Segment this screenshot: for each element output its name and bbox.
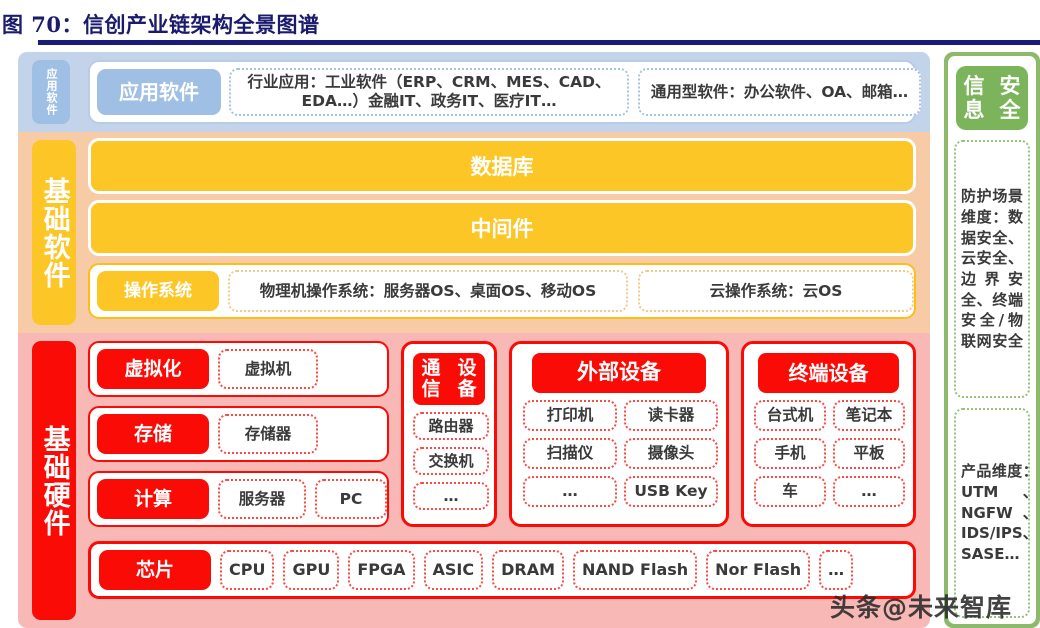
communication-equipment-items: 路由器 交换机 … [413,412,489,510]
terminal-more-box[interactable]: … [833,476,905,507]
operating-system-row: 操作系统 物理机操作系统：服务器OS、桌面OS、移动OS 云操作系统：云OS [88,263,916,319]
general-software-box[interactable]: 通用型软件：办公软件、OA、邮箱… [638,68,921,116]
terminal-devices-items: 台式机 笔记本 手机 平板 车 … [754,400,906,507]
laptop-box[interactable]: 笔记本 [833,400,905,431]
nor-flash-box[interactable]: Nor Flash [706,550,811,590]
side-label-basic-hardware-text: 基础硬件 [38,424,70,537]
cloud-os-box[interactable]: 云操作系统：云OS [638,270,914,312]
server-box[interactable]: 服务器 [218,479,306,519]
physical-os-box[interactable]: 物理机操作系统：服务器OS、桌面OS、移动OS [228,270,628,312]
virtual-machine-box[interactable]: 虚拟机 [218,349,318,389]
card-reader-box[interactable]: 读卡器 [624,400,718,431]
fpga-box[interactable]: FPGA [348,550,415,590]
virtualization-row: 虚拟化 虚拟机 [88,341,389,397]
scanner-box[interactable]: 扫描仪 [523,438,617,469]
chip-more-box[interactable]: … [819,550,854,590]
external-devices-header[interactable]: 外部设备 [532,353,706,393]
computing-row: 计算 服务器 PC [88,471,389,527]
communication-equipment-card: 通信 设备 路由器 交换机 … [401,341,497,527]
phone-box[interactable]: 手机 [754,438,826,469]
router-box[interactable]: 路由器 [413,412,489,440]
information-security-header-line1: 信息 [963,73,985,122]
communication-equipment-header[interactable]: 通信 设备 [413,353,485,405]
diagram-canvas: 应用软件 基础软件 基础硬件 应用软件 行业应用：工业软件（ERP、CRM、ME… [18,52,1040,628]
title-bar: 图 70：信创产业链架构全景图谱 [0,6,1040,44]
database-bar[interactable]: 数据库 [88,138,916,194]
desktop-box[interactable]: 台式机 [754,400,826,431]
chip-row: 芯片 CPU GPU FPGA ASIC DRAM NAND Flash Nor… [88,541,916,599]
communication-more-box[interactable]: … [413,482,489,510]
asic-box[interactable]: ASIC [423,550,484,590]
application-software-pill[interactable]: 应用软件 [97,69,221,115]
virtualization-pill[interactable]: 虚拟化 [97,349,209,389]
switch-box[interactable]: 交换机 [413,447,489,475]
communication-equipment-header-line2: 设备 [457,356,477,400]
storage-row: 存储 存储器 [88,406,389,462]
storage-device-box[interactable]: 存储器 [218,414,318,454]
side-label-basic-hardware: 基础硬件 [32,341,76,620]
dram-box[interactable]: DRAM [492,550,565,590]
gpu-box[interactable]: GPU [283,550,340,590]
printer-box[interactable]: 打印机 [523,400,617,431]
side-label-basic-software: 基础软件 [32,140,76,325]
operating-system-pill[interactable]: 操作系统 [97,271,219,311]
protection-scenario-box[interactable]: 防护场景维度：数据安全、云安全、边界安全、终端安全/物联网安全 [954,140,1030,398]
side-label-application: 应用软件 [32,60,70,124]
side-label-basic-software-text: 基础软件 [38,176,70,289]
external-devices-card: 外部设备 打印机 读卡器 扫描仪 摄像头 … USB Key [509,341,729,527]
external-more-box[interactable]: … [523,476,617,507]
product-dimension-box[interactable]: 产品维度：UTM、NGFW、IDS/IPS、SASE… [954,408,1038,618]
external-devices-items: 打印机 读卡器 扫描仪 摄像头 … USB Key [523,400,719,507]
page-title: 图 70：信创产业链架构全景图谱 [2,12,320,37]
watermark: 头条@未来智库 [830,593,1013,622]
title-divider [38,40,1040,45]
infographic-root: 图 70：信创产业链架构全景图谱 应用软件 基础软件 基础硬件 应用软件 行业应… [0,0,1040,628]
usb-key-box[interactable]: USB Key [624,476,718,507]
vehicle-box[interactable]: 车 [754,476,826,507]
pc-box[interactable]: PC [315,479,387,519]
computing-pill[interactable]: 计算 [97,479,209,519]
application-row: 应用软件 行业应用：工业软件（ERP、CRM、MES、CAD、EDA…）金融IT… [88,60,921,124]
middleware-bar[interactable]: 中间件 [88,200,916,256]
terminal-devices-card: 终端设备 台式机 笔记本 手机 平板 车 … [741,341,916,527]
camera-box[interactable]: 摄像头 [624,438,718,469]
information-security-header[interactable]: 信息 安全 [956,66,1028,130]
cpu-box[interactable]: CPU [220,550,275,590]
tablet-box[interactable]: 平板 [833,438,905,469]
industry-application-box[interactable]: 行业应用：工业软件（ERP、CRM、MES、CAD、EDA…）金融IT、政务IT… [229,68,629,116]
side-label-application-text: 应用软件 [44,68,58,116]
terminal-devices-header[interactable]: 终端设备 [758,353,899,393]
information-security-header-line2: 安全 [999,73,1021,122]
storage-pill[interactable]: 存储 [97,414,209,454]
nand-flash-box[interactable]: NAND Flash [573,550,698,590]
chip-pill[interactable]: 芯片 [99,550,211,590]
communication-equipment-header-line1: 通信 [421,356,441,400]
